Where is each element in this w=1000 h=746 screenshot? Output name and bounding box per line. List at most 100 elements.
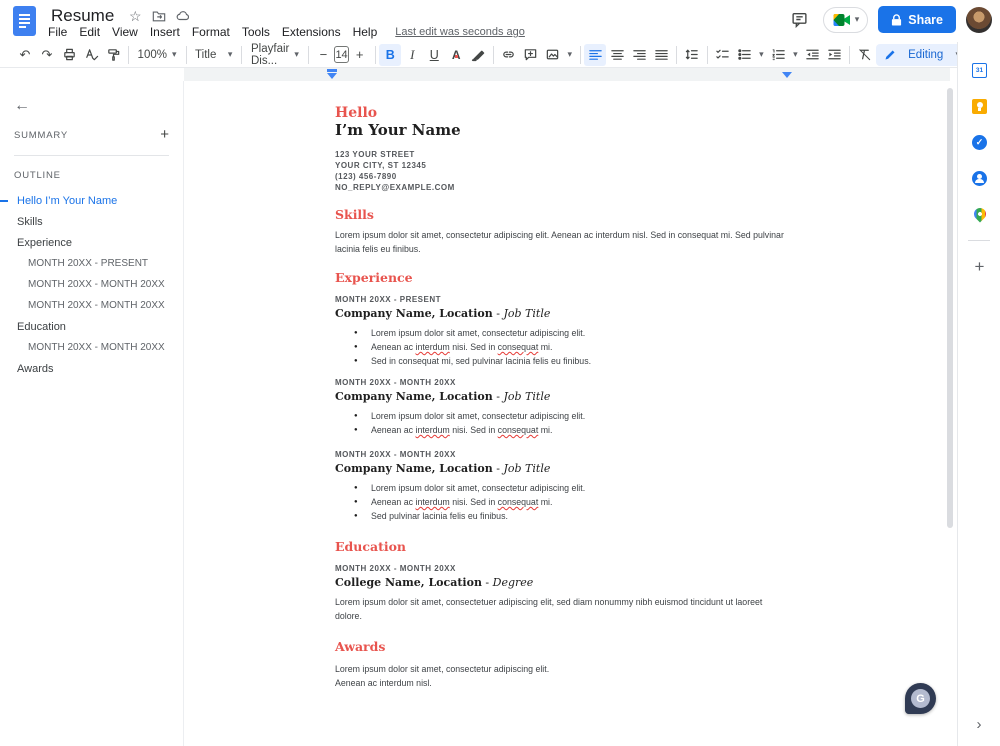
bold-button[interactable]: B	[379, 44, 401, 66]
bullet-item[interactable]: Lorem ipsum dolor sit amet, consectetur …	[335, 481, 790, 495]
awards-line[interactable]: Aenean ac interdum nisl.	[335, 676, 790, 690]
move-folder-icon[interactable]	[149, 6, 169, 26]
outline-item-month-2[interactable]: MONTH 20XX - MONTH 20XX	[0, 295, 183, 316]
education-paragraph[interactable]: Lorem ipsum dolor sit amet, consectetuer…	[335, 595, 790, 623]
document-canvas[interactable]: Hello I’m Your Name 123 YOUR STREET YOUR…	[184, 81, 946, 746]
underline-button[interactable]: U	[423, 44, 445, 66]
bulleted-list-button[interactable]	[733, 44, 755, 66]
cloud-status-icon[interactable]	[173, 6, 193, 26]
calendar-icon[interactable]: 31	[958, 52, 1000, 88]
align-center-button[interactable]	[606, 44, 628, 66]
close-outline-button[interactable]: ←	[10, 95, 34, 117]
outline-item-skills[interactable]: Skills	[0, 211, 183, 232]
awards-line[interactable]: Lorem ipsum dolor sit amet, consectetur …	[335, 662, 790, 676]
outline-item-month-1[interactable]: MONTH 20XX - MONTH 20XX	[0, 274, 183, 295]
bulleted-list-caret[interactable]: ▾	[755, 44, 767, 66]
skills-heading[interactable]: Skills	[335, 207, 790, 222]
bullet-item[interactable]: Lorem ipsum dolor sit amet, consectetur …	[335, 326, 790, 340]
account-avatar[interactable]	[966, 7, 992, 33]
insert-image-button[interactable]	[542, 44, 564, 66]
outline-item-awards[interactable]: Awards	[0, 358, 183, 379]
paragraph-styles-select[interactable]: Title ▾	[190, 44, 237, 66]
align-left-button[interactable]	[584, 44, 606, 66]
bullet-item[interactable]: Aenean ac interdum nisi. Sed in consequa…	[335, 495, 790, 509]
numbered-list-button[interactable]	[767, 44, 789, 66]
bullet-item[interactable]: Aenean ac interdum nisi. Sed in consequa…	[335, 340, 790, 354]
company-line[interactable]: Company Name, Location - Job Title	[335, 390, 790, 403]
increase-font-size-button[interactable]: +	[349, 44, 371, 66]
decrease-font-size-button[interactable]: −	[312, 44, 334, 66]
italic-button[interactable]: I	[401, 44, 423, 66]
menu-file[interactable]: File	[42, 24, 73, 40]
vertical-scrollbar[interactable]	[947, 88, 953, 528]
clear-formatting-button[interactable]	[854, 44, 876, 66]
outline-item-month-present[interactable]: MONTH 20XX - PRESENT	[0, 253, 183, 274]
company-line[interactable]: Company Name, Location - Job Title	[335, 462, 790, 475]
menu-help[interactable]: Help	[347, 24, 384, 40]
align-right-button[interactable]	[628, 44, 650, 66]
get-addons-button[interactable]: +	[958, 249, 1000, 285]
experience-bullets[interactable]: Lorem ipsum dolor sit amet, consectetur …	[335, 409, 790, 437]
bullet-item[interactable]: Sed in consequat mi, sed pulvinar lacini…	[335, 354, 790, 368]
education-heading[interactable]: Education	[335, 539, 790, 554]
college-line[interactable]: College Name, Location - Degree	[335, 576, 790, 589]
print-button[interactable]	[58, 44, 80, 66]
ruler[interactable]	[184, 68, 950, 81]
right-indent-marker[interactable]	[782, 72, 792, 78]
font-size-input[interactable]: 14	[334, 46, 348, 63]
menu-extensions[interactable]: Extensions	[276, 24, 347, 40]
experience-period[interactable]: MONTH 20XX - MONTH 20XX	[335, 449, 790, 460]
experience-bullets[interactable]: Lorem ipsum dolor sit amet, consectetur …	[335, 481, 790, 523]
address-block[interactable]: 123 YOUR STREET YOUR CITY, ST 12345 (123…	[335, 149, 790, 193]
insert-link-button[interactable]	[498, 44, 520, 66]
checklist-button[interactable]	[711, 44, 733, 66]
share-button[interactable]: Share	[878, 6, 956, 33]
bullet-item[interactable]: Sed pulvinar lacinia felis eu finibus.	[335, 509, 790, 523]
experience-heading[interactable]: Experience	[335, 270, 790, 285]
paint-format-button[interactable]	[102, 44, 124, 66]
outline-item-experience[interactable]: Experience	[0, 232, 183, 253]
decrease-indent-button[interactable]	[801, 44, 823, 66]
menu-format[interactable]: Format	[186, 24, 236, 40]
zoom-select[interactable]: 100% ▾	[133, 44, 182, 66]
meet-button[interactable]: ▾	[823, 7, 869, 33]
increase-indent-button[interactable]	[823, 44, 845, 66]
experience-bullets[interactable]: Lorem ipsum dolor sit amet, consectetur …	[335, 326, 790, 368]
editing-mode-select[interactable]: Editing ▾	[876, 44, 968, 66]
menu-insert[interactable]: Insert	[144, 24, 186, 40]
maps-icon[interactable]	[958, 196, 1000, 232]
bullet-item[interactable]: Aenean ac interdum nisi. Sed in consequa…	[335, 423, 790, 437]
numbered-list-caret[interactable]: ▾	[789, 44, 801, 66]
doc-heading-hello[interactable]: Hello	[335, 105, 790, 121]
experience-period[interactable]: MONTH 20XX - PRESENT	[335, 294, 790, 305]
bullet-item[interactable]: Lorem ipsum dolor sit amet, consectetur …	[335, 409, 790, 423]
keep-icon[interactable]	[958, 88, 1000, 124]
outline-item-education[interactable]: Education	[0, 316, 183, 337]
menu-view[interactable]: View	[106, 24, 144, 40]
align-justify-button[interactable]	[650, 44, 672, 66]
tasks-icon[interactable]: ✓	[958, 124, 1000, 160]
menu-tools[interactable]: Tools	[236, 24, 276, 40]
highlight-color-button[interactable]	[467, 44, 489, 66]
awards-heading[interactable]: Awards	[335, 639, 790, 654]
comment-history-icon[interactable]	[787, 7, 813, 33]
doc-heading-name[interactable]: I’m Your Name	[335, 121, 790, 139]
insert-image-caret[interactable]: ▾	[564, 44, 576, 66]
contacts-icon[interactable]	[958, 160, 1000, 196]
undo-button[interactable]: ↶	[14, 44, 36, 66]
company-line[interactable]: Company Name, Location - Job Title	[335, 307, 790, 320]
education-period[interactable]: MONTH 20XX - MONTH 20XX	[335, 563, 790, 574]
docs-logo-icon[interactable]	[13, 6, 36, 36]
line-spacing-button[interactable]	[681, 44, 703, 66]
experience-period[interactable]: MONTH 20XX - MONTH 20XX	[335, 377, 790, 388]
text-color-button[interactable]: A	[445, 44, 467, 66]
explore-button[interactable]: G	[905, 683, 936, 714]
outline-item-hello[interactable]: Hello I’m Your Name	[0, 190, 183, 211]
last-edit-link[interactable]: Last edit was seconds ago	[395, 26, 525, 38]
left-indent-marker[interactable]	[327, 73, 337, 79]
star-icon[interactable]: ☆	[125, 6, 145, 26]
add-comment-button[interactable]	[520, 44, 542, 66]
first-line-indent-marker[interactable]	[327, 69, 337, 72]
redo-button[interactable]: ↷	[36, 44, 58, 66]
spellcheck-button[interactable]	[80, 44, 102, 66]
